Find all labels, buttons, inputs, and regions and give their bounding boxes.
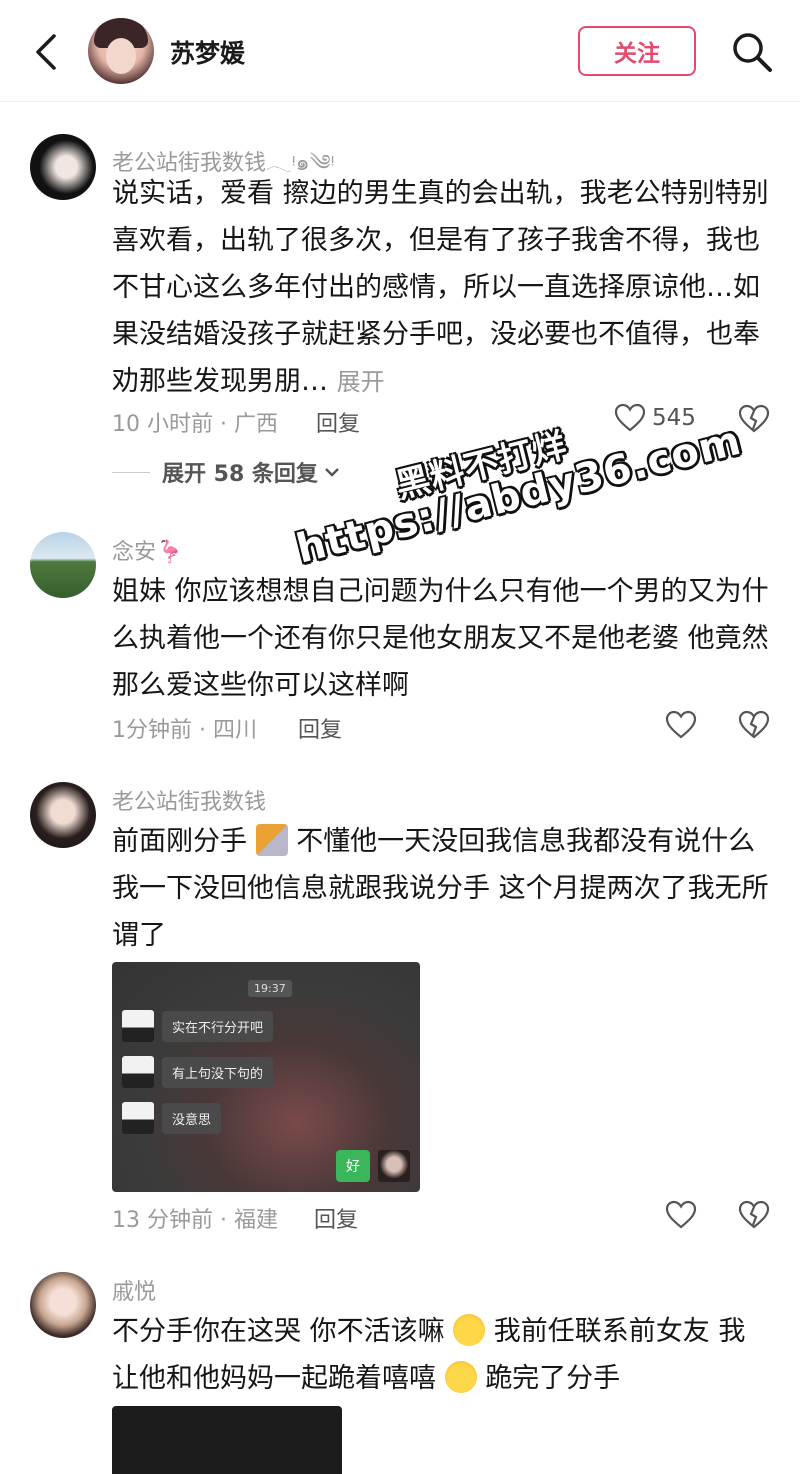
bear-sticker-icon bbox=[255, 824, 288, 856]
chat-message-row: 有上句没下句的 bbox=[122, 1056, 274, 1088]
commenter-avatar[interactable] bbox=[30, 134, 96, 200]
back-arrow-icon[interactable] bbox=[28, 30, 64, 74]
author-name[interactable]: 苏梦媛 bbox=[170, 34, 245, 70]
reply-button[interactable]: 回复 bbox=[316, 406, 360, 438]
comment-body: 前面刚分手 bbox=[112, 826, 247, 857]
attached-chat-screenshot[interactable]: 19:37 实在不行分开吧 有上句没下句的 没意思 好 bbox=[112, 962, 420, 1192]
search-icon[interactable] bbox=[730, 30, 774, 74]
chat-bubble: 实在不行分开吧 bbox=[162, 1010, 274, 1042]
divider bbox=[112, 471, 150, 473]
chat-message-row: 实在不行分开吧 bbox=[122, 1010, 274, 1042]
chat-bubble-self: 好 bbox=[336, 1150, 370, 1182]
commenter-name[interactable]: 戚悦 bbox=[112, 1274, 156, 1306]
chat-time: 19:37 bbox=[248, 980, 292, 997]
attached-image[interactable] bbox=[112, 1406, 342, 1474]
top-bar: 苏梦媛 关注 bbox=[0, 0, 800, 102]
reply-button[interactable]: 回复 bbox=[314, 1202, 358, 1234]
chat-avatar-self bbox=[378, 1150, 410, 1182]
like-count: 545 bbox=[652, 405, 696, 431]
broken-heart-icon[interactable] bbox=[738, 1200, 770, 1230]
chat-avatar bbox=[122, 1102, 154, 1134]
comment-text: 说实话，爱看 擦边的男生真的会出轨，我老公特别特别喜欢看，出轨了很多次，但是有了… bbox=[112, 170, 772, 406]
broken-heart-icon[interactable] bbox=[738, 710, 770, 740]
chat-avatar bbox=[122, 1010, 154, 1042]
comment-text: 前面刚分手 不懂他一天没回我信息我都没有说什么 我一下没回他信息就跟我说分手 这… bbox=[112, 818, 772, 959]
follow-button[interactable]: 关注 bbox=[578, 26, 696, 76]
laughing-face-icon bbox=[453, 1314, 486, 1346]
comment-meta: 10 小时前 · 广西 bbox=[112, 412, 278, 437]
heart-icon bbox=[614, 403, 646, 432]
comment-text: 姐妹 你应该想想自己问题为什么只有他一个男的又为什么执着他一个还有你只是他女朋友… bbox=[112, 576, 769, 701]
broken-heart-icon[interactable] bbox=[738, 404, 770, 434]
comment-meta: 13 分钟前 · 福建 bbox=[112, 1208, 278, 1233]
commenter-avatar[interactable] bbox=[30, 782, 96, 848]
expand-replies-button[interactable]: 展开 58 条回复 bbox=[112, 456, 342, 488]
chat-avatar bbox=[122, 1056, 154, 1088]
giggle-face-icon bbox=[444, 1361, 477, 1393]
commenter-name[interactable]: 念安🦩 bbox=[112, 534, 183, 566]
comment-text: 不分手你在这哭 你不活该嘛 我前任联系前女友 我让他和他妈妈一起跪着嘻嘻 跪完了… bbox=[112, 1308, 772, 1402]
expand-replies-label: 展开 58 条回复 bbox=[162, 462, 318, 487]
chat-bubble: 没意思 bbox=[162, 1102, 222, 1134]
chat-bubble: 有上句没下句的 bbox=[162, 1056, 274, 1088]
commenter-avatar[interactable] bbox=[30, 532, 96, 598]
heart-icon[interactable] bbox=[665, 1200, 697, 1230]
author-avatar[interactable] bbox=[88, 18, 154, 84]
comment-meta: 1分钟前 · 四川 bbox=[112, 718, 257, 743]
comment-body: 不分手你在这哭 你不活该嘛 bbox=[112, 1316, 445, 1347]
comment-body: 说实话，爱看 擦边的男生真的会出轨，我老公特别特别喜欢看，出轨了很多次，但是有了… bbox=[112, 178, 769, 397]
like-button[interactable]: 545 bbox=[614, 403, 696, 433]
heart-icon[interactable] bbox=[665, 710, 697, 740]
chat-reply-row: 好 bbox=[336, 1150, 410, 1182]
reply-button[interactable]: 回复 bbox=[298, 712, 342, 744]
commenter-name[interactable]: 老公站街我数钱 bbox=[112, 784, 266, 816]
expand-text-link[interactable]: 展开 bbox=[337, 368, 385, 396]
comment-body: 跪完了分手 bbox=[485, 1363, 621, 1394]
chat-message-row: 没意思 bbox=[122, 1102, 222, 1134]
chevron-down-icon bbox=[325, 468, 339, 477]
commenter-avatar[interactable] bbox=[30, 1272, 96, 1338]
